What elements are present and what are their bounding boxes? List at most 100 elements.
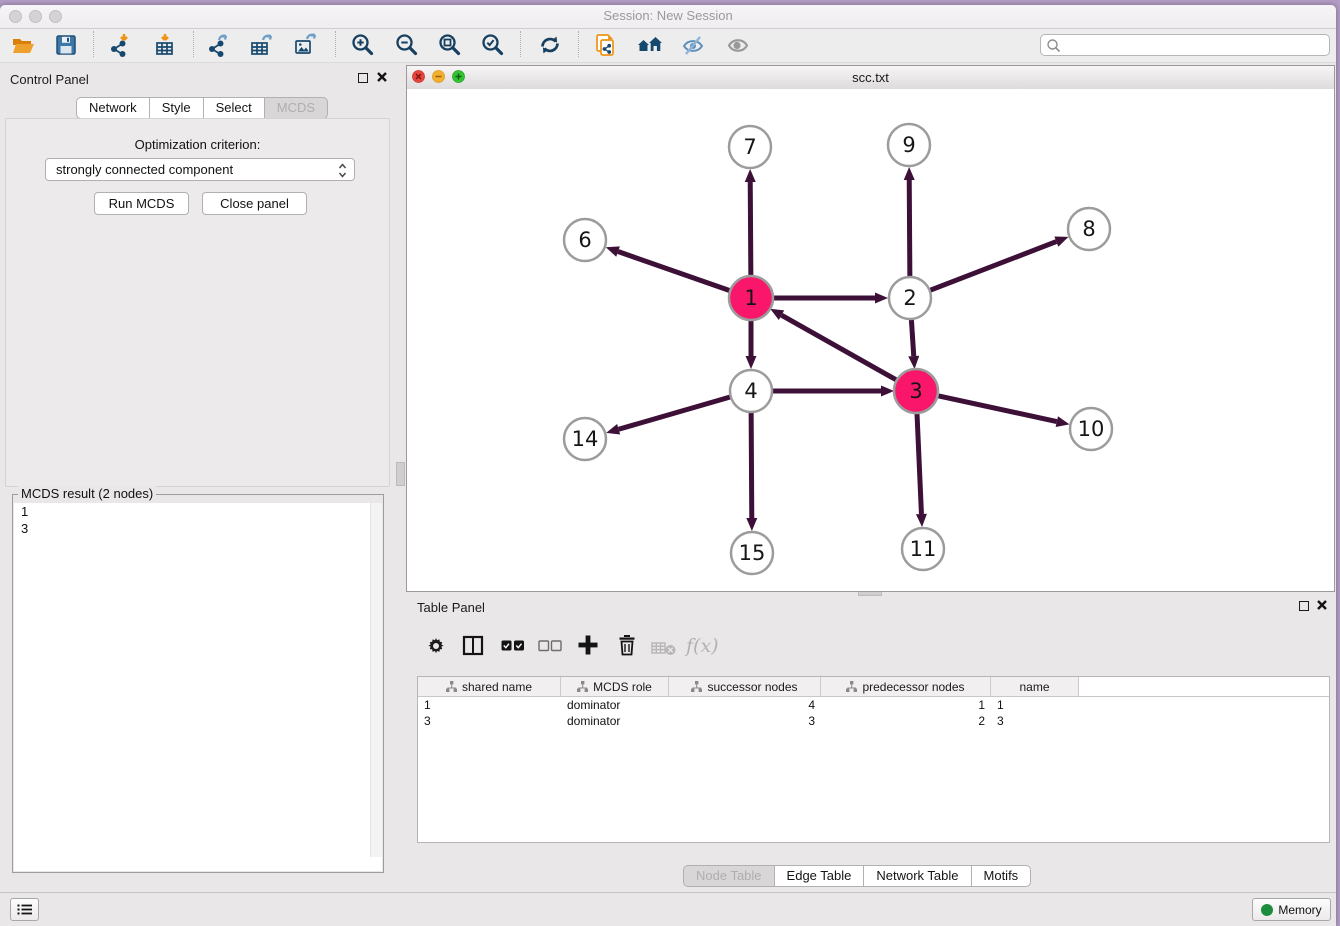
graph-node-9[interactable]: 9: [888, 124, 930, 166]
graph-node-2[interactable]: 2: [889, 277, 931, 319]
criterion-select-value: strongly connected component: [56, 162, 233, 177]
graph-edge-3-1[interactable]: [770, 309, 899, 382]
arrowhead-icon: [606, 424, 620, 435]
tab-mcds[interactable]: MCDS: [265, 97, 328, 119]
result-scrollbar[interactable]: [370, 503, 382, 857]
graph-edge-4-15[interactable]: [746, 410, 757, 531]
graph-node-3[interactable]: 3: [894, 369, 938, 413]
show-task-history-button[interactable]: [10, 898, 39, 921]
cell-predecessor-nodes[interactable]: 1: [821, 697, 991, 713]
cell-shared-name[interactable]: 3: [418, 713, 561, 729]
import-table-icon[interactable]: [153, 32, 179, 58]
tab-style[interactable]: Style: [150, 97, 204, 119]
memory-button[interactable]: Memory: [1252, 898, 1331, 921]
cell-name[interactable]: 3: [991, 713, 1079, 729]
graph-edge-1-6[interactable]: [606, 246, 733, 291]
table-panel-close-button[interactable]: [1315, 599, 1329, 613]
function-builder-icon[interactable]: f(x): [686, 635, 719, 657]
zoom-in-icon[interactable]: [350, 32, 376, 58]
graph-node-6[interactable]: 6: [564, 219, 606, 261]
tab-motifs[interactable]: Motifs: [972, 865, 1032, 887]
control-panel-close-button[interactable]: [375, 71, 389, 85]
graph-edge-4-14[interactable]: [606, 396, 733, 434]
criterion-select[interactable]: strongly connected component: [45, 158, 355, 181]
add-column-icon[interactable]: [577, 634, 599, 659]
cell-mcds-role[interactable]: dominator: [561, 713, 669, 729]
mcds-result-title: MCDS result (2 nodes): [18, 486, 156, 501]
tab-network-table[interactable]: Network Table: [864, 865, 971, 887]
search-box[interactable]: [1040, 34, 1330, 56]
node-table: shared nameMCDS rolesuccessor nodesprede…: [417, 676, 1330, 843]
cell-successor-nodes[interactable]: 4: [669, 697, 821, 713]
graph-node-10[interactable]: 10: [1070, 408, 1112, 450]
tab-network[interactable]: Network: [76, 97, 150, 119]
show-all-icon[interactable]: [725, 32, 751, 58]
export-network-icon[interactable]: [206, 32, 232, 58]
graph-node-1[interactable]: 1: [729, 276, 773, 320]
cell-mcds-role[interactable]: dominator: [561, 697, 669, 713]
close-panel-button[interactable]: Close panel: [202, 192, 307, 215]
delete-table-icon[interactable]: [651, 641, 677, 660]
graph-node-11[interactable]: 11: [902, 528, 944, 570]
tab-select[interactable]: Select: [204, 97, 265, 119]
graph-edge-3-10[interactable]: [935, 395, 1070, 427]
arrowhead-icon: [745, 169, 756, 182]
zoom-fit-icon[interactable]: [437, 32, 463, 58]
column-header-predecessor-nodes[interactable]: predecessor nodes: [821, 677, 991, 696]
column-header-shared-name[interactable]: shared name: [418, 677, 561, 696]
graph-edge-2-3[interactable]: [908, 317, 919, 369]
first-neighbors-icon[interactable]: [636, 32, 662, 58]
tab-node-table[interactable]: Node Table: [683, 865, 775, 887]
graph-node-14[interactable]: 14: [564, 418, 606, 460]
search-input[interactable]: [1065, 36, 1327, 56]
graph-edge-1-4[interactable]: [746, 317, 757, 369]
run-mcds-button[interactable]: Run MCDS: [94, 192, 189, 215]
save-session-icon[interactable]: [53, 32, 79, 58]
gear-icon[interactable]: [425, 635, 447, 660]
network-canvas[interactable]: 1 2 3 4 6 7 8 9 10 11 14 15: [407, 89, 1334, 591]
table-panel-float-button[interactable]: [1297, 599, 1311, 613]
graph-node-15[interactable]: 15: [731, 532, 773, 574]
column-header-name[interactable]: name: [991, 677, 1079, 696]
deselect-all-checkbox-icon[interactable]: [538, 639, 562, 656]
columns-icon[interactable]: [462, 635, 484, 660]
hierarchy-icon: [446, 681, 457, 692]
graph-edge-4-3[interactable]: [770, 386, 894, 397]
memory-button-label: Memory: [1278, 903, 1321, 917]
graph-node-label: 8: [1082, 217, 1095, 241]
zoom-out-icon[interactable]: [394, 32, 420, 58]
cell-shared-name[interactable]: 1: [418, 697, 561, 713]
vertical-splitter-handle[interactable]: [396, 462, 405, 486]
zoom-selected-icon[interactable]: [480, 32, 506, 58]
table-row[interactable]: 1dominator411: [418, 697, 1329, 713]
graph-node-4[interactable]: 4: [730, 370, 772, 412]
mcds-result-textarea[interactable]: 13: [14, 503, 382, 871]
column-header-mcds-role[interactable]: MCDS role: [561, 677, 669, 696]
tab-edge-table[interactable]: Edge Table: [775, 865, 865, 887]
graph-edge-1-7[interactable]: [745, 169, 756, 279]
cell-successor-nodes[interactable]: 3: [669, 713, 821, 729]
select-all-checkbox-icon[interactable]: [501, 639, 525, 656]
graph-node-7[interactable]: 7: [729, 126, 771, 168]
network-window-titlebar[interactable]: scc.txt: [407, 66, 1334, 90]
mcds-result-line: 1: [14, 503, 382, 520]
graph-edge-1-2[interactable]: [770, 293, 888, 304]
graph-node-8[interactable]: 8: [1068, 208, 1110, 250]
hide-selected-icon[interactable]: [680, 32, 706, 58]
control-panel-float-button[interactable]: [356, 71, 370, 85]
column-header-successor-nodes[interactable]: successor nodes: [669, 677, 821, 696]
apply-layout-icon[interactable]: [537, 32, 563, 58]
new-network-from-selection-icon[interactable]: [593, 32, 619, 58]
export-image-icon[interactable]: [293, 32, 319, 58]
cell-predecessor-nodes[interactable]: 2: [821, 713, 991, 729]
open-session-icon[interactable]: [10, 32, 36, 58]
graph-edge-3-11[interactable]: [916, 410, 927, 527]
cell-name[interactable]: 1: [991, 697, 1079, 713]
import-network-icon[interactable]: [108, 32, 134, 58]
graph-edge-2-8[interactable]: [928, 236, 1069, 291]
graph-edge-2-9[interactable]: [904, 167, 915, 279]
delete-column-icon[interactable]: [616, 634, 638, 659]
toolbar-separator: [93, 31, 94, 57]
table-row[interactable]: 3dominator323: [418, 713, 1329, 729]
export-table-icon[interactable]: [249, 32, 275, 58]
